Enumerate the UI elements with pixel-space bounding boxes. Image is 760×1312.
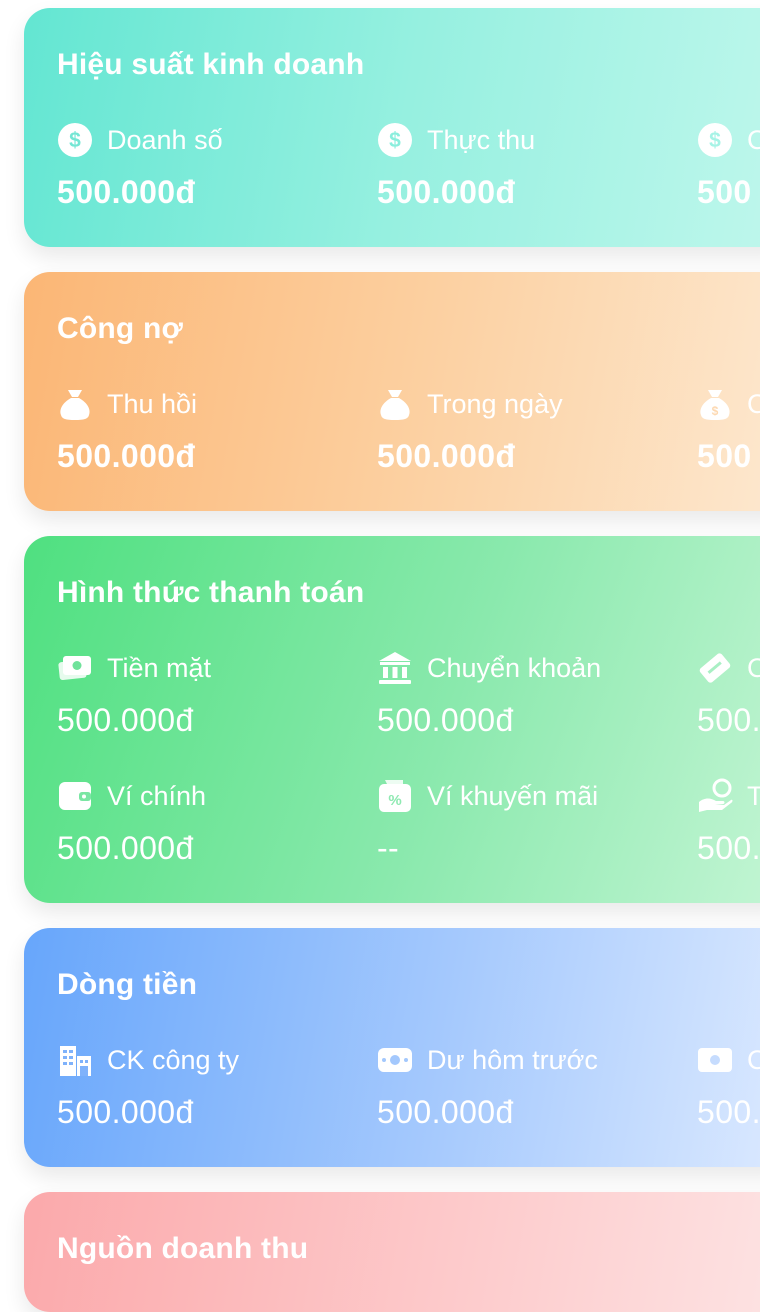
metric-cashflow-3[interactable]: C 500.	[697, 1042, 760, 1131]
metric-tien-mat[interactable]: Tiền mặt 500.000đ	[57, 650, 211, 739]
metric-value: 500	[697, 438, 752, 474]
banknote-icon	[378, 1048, 412, 1072]
payment-methods-title: Hình thức thanh toán	[57, 576, 365, 609]
dollar-circle-icon: $	[58, 123, 92, 157]
metric-value: 500	[697, 174, 752, 210]
metric-trong-ngay[interactable]: Trong ngày 500.000đ	[377, 386, 563, 475]
money-bag-icon	[60, 390, 90, 420]
metric-value: 500.	[697, 702, 760, 738]
money-bag-dollar-icon: $	[700, 390, 730, 420]
metric-label: C	[747, 388, 760, 419]
banknote-icon	[698, 1048, 732, 1072]
metric-label: Ví khuyến mãi	[427, 780, 599, 811]
metric-label: Tiền mặt	[107, 652, 212, 683]
svg-text:%: %	[388, 792, 401, 809]
metric-label: CK công ty	[107, 1044, 240, 1075]
metric-business-3[interactable]: $ C 500	[697, 122, 760, 211]
debt-card[interactable]: Công nợ Thu hồi 500.000đ Trong ngày 500.…	[24, 272, 760, 511]
revenue-source-card[interactable]: Nguồn doanh thu	[24, 1192, 760, 1312]
metric-value: 500.000đ	[377, 702, 514, 738]
revenue-source-title: Nguồn doanh thu	[57, 1232, 309, 1265]
metric-value: 500.000đ	[57, 174, 196, 210]
metric-ck-cong-ty[interactable]: CK công ty 500.000đ	[57, 1042, 239, 1131]
svg-text:$: $	[709, 129, 721, 152]
cashflow-title: Dòng tiền	[57, 968, 198, 1001]
metric-vi-chinh[interactable]: Ví chính 500.000đ	[57, 778, 206, 867]
payment-methods-card[interactable]: Hình thức thanh toán Tiền mặt 500.000đ C…	[24, 536, 760, 903]
company-icon	[60, 1046, 91, 1076]
metric-debt-3[interactable]: $ C 500	[697, 386, 760, 475]
money-bag-icon	[380, 390, 410, 420]
svg-text:$: $	[389, 129, 401, 152]
dollar-circle-icon: $	[378, 123, 412, 157]
svg-text:$: $	[712, 404, 719, 418]
metric-du-hom-truoc[interactable]: Dư hôm trước 500.000đ	[377, 1042, 598, 1131]
metric-value: 500.	[697, 1094, 760, 1130]
metric-label: T	[747, 780, 760, 811]
metric-vi-khuyen-mai[interactable]: % Ví khuyến mãi --	[377, 778, 598, 867]
metric-label: Thực thu	[427, 124, 536, 155]
metric-payment-3[interactable]: C 500.	[697, 650, 760, 739]
metric-label: Dư hôm trước	[427, 1044, 598, 1075]
metric-label: C	[747, 1044, 760, 1075]
metric-thu-hoi[interactable]: Thu hồi 500.000đ	[57, 386, 197, 475]
wallet-icon	[59, 782, 91, 810]
cash-icon	[58, 656, 91, 681]
metric-doanh-so[interactable]: $ Doanh số 500.000đ	[57, 122, 223, 211]
metric-thuc-thu[interactable]: $ Thực thu 500.000đ	[377, 122, 535, 211]
svg-text:$: $	[69, 129, 81, 152]
metric-payment-6[interactable]: T 500.	[697, 778, 760, 867]
metric-value: 500.000đ	[57, 1094, 194, 1130]
metric-value: 500.000đ	[57, 438, 196, 474]
debt-title: Công nợ	[57, 312, 184, 345]
metric-label: Trong ngày	[427, 388, 563, 419]
business-performance-title: Hiệu suất kinh doanh	[57, 48, 365, 81]
bank-icon	[379, 652, 411, 684]
metric-label: C	[747, 652, 760, 683]
metric-label: C	[747, 124, 760, 155]
hand-coin-icon	[699, 778, 733, 812]
metric-label: Ví chính	[107, 780, 207, 811]
metric-value: 500.000đ	[377, 438, 516, 474]
metric-value: 500.000đ	[57, 830, 194, 866]
promo-wallet-icon: %	[379, 780, 411, 812]
dollar-circle-icon: $	[698, 123, 732, 157]
metric-value: 500.	[697, 830, 760, 866]
metric-label: Chuyển khoản	[427, 652, 602, 683]
metric-value: 500.000đ	[57, 702, 194, 738]
metric-value: 500.000đ	[377, 1094, 514, 1130]
card-icon	[699, 653, 731, 683]
business-performance-card[interactable]: Hiệu suất kinh doanh $ Doanh số 500.000đ…	[24, 8, 760, 247]
metric-chuyen-khoan[interactable]: Chuyển khoản 500.000đ	[377, 650, 601, 739]
metric-label: Doanh số	[107, 124, 223, 155]
metric-label: Thu hồi	[107, 388, 198, 419]
metric-value: 500.000đ	[377, 174, 516, 210]
metric-value: --	[377, 830, 400, 866]
cashflow-card[interactable]: Dòng tiền CK công ty 500.000đ Dư hôm trư…	[24, 928, 760, 1167]
